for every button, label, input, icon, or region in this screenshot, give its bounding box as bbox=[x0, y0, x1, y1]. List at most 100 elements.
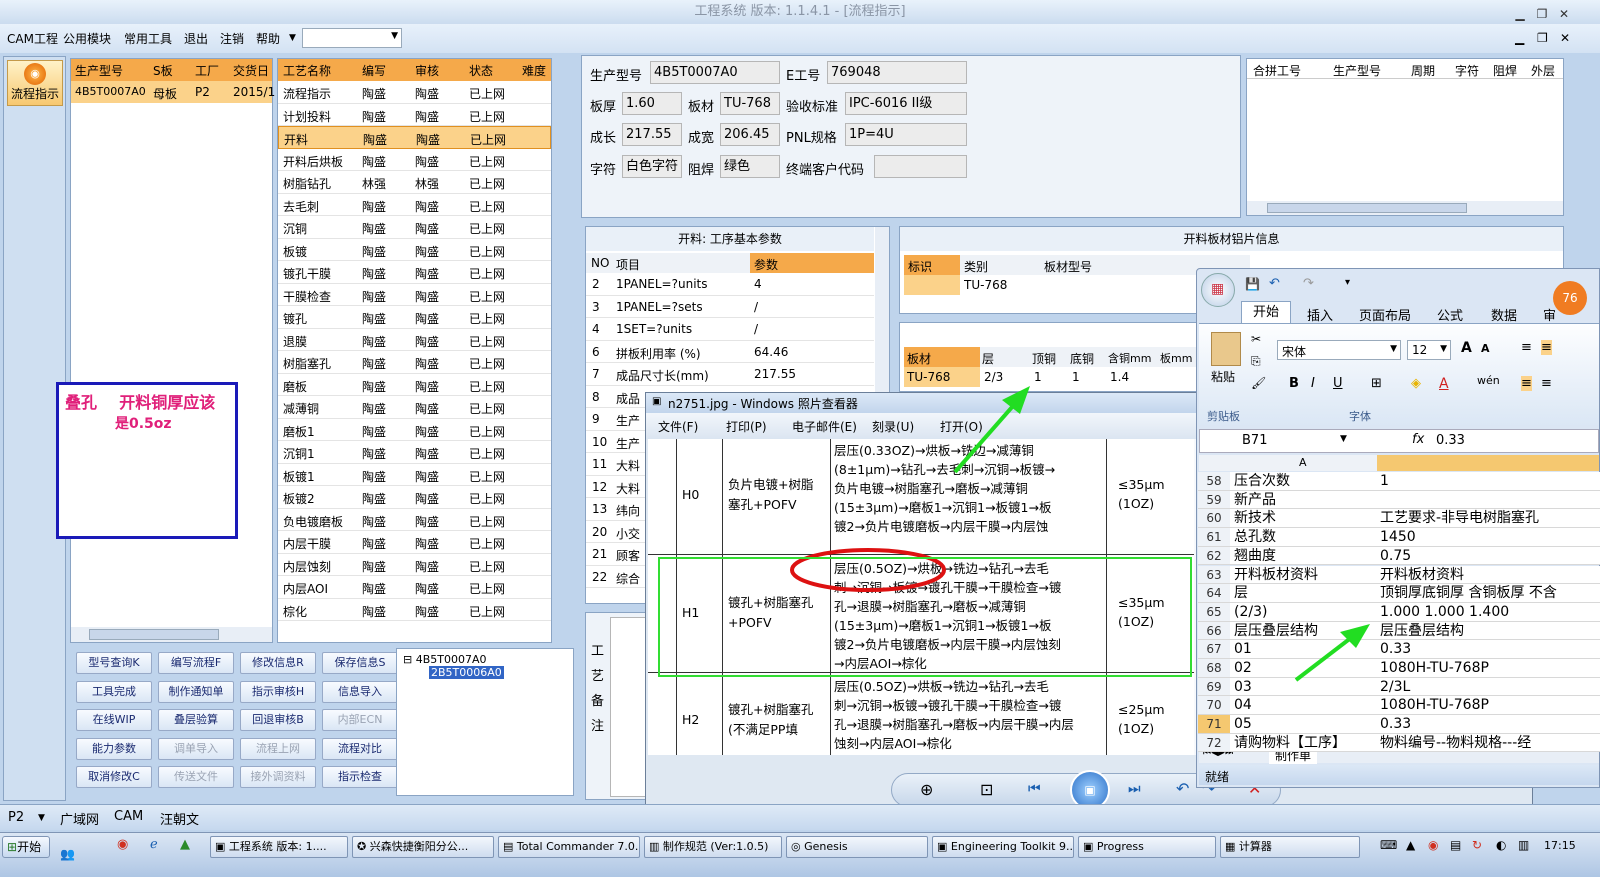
action-button[interactable]: 内部ECN bbox=[322, 709, 398, 731]
cell-b[interactable]: 0.33 bbox=[1378, 640, 1600, 658]
merge-scroll-thumb[interactable] bbox=[1267, 203, 1467, 213]
ie-icon[interactable]: ℯ bbox=[150, 837, 158, 852]
std-field[interactable]: IPC-6016 II级 bbox=[845, 92, 967, 115]
network-icon[interactable]: ▥ bbox=[1518, 838, 1529, 852]
sheet-row[interactable]: 69 03 2/3L bbox=[1198, 677, 1600, 697]
merge-scrollbar[interactable] bbox=[1247, 201, 1563, 215]
table-row[interactable]: 退膜 陶盛 陶盛 已上网 bbox=[278, 329, 551, 351]
col-param[interactable]: 参数 bbox=[754, 256, 778, 273]
table-row[interactable]: 沉铜1 陶盛 陶盛 已上网 bbox=[278, 441, 551, 464]
action-button[interactable]: 取消修改C bbox=[76, 766, 152, 788]
minimize-icon[interactable]: ▁ bbox=[1512, 2, 1528, 26]
row-number[interactable]: 65 bbox=[1198, 602, 1230, 621]
cell-a[interactable]: 新技术 bbox=[1232, 509, 1376, 527]
photo-menu-print[interactable]: 打印(P) bbox=[726, 418, 767, 435]
action-button[interactable]: 信息导入 bbox=[322, 680, 398, 703]
paste-icon[interactable] bbox=[1211, 332, 1241, 366]
volume-icon[interactable]: ◐ bbox=[1496, 838, 1506, 852]
keyboard-icon[interactable]: ⌨ bbox=[1380, 838, 1397, 852]
action-button[interactable]: 型号查询K bbox=[76, 652, 152, 674]
action-button[interactable]: 回退审核B bbox=[240, 709, 316, 731]
align-center-icon[interactable]: ≡ bbox=[1541, 376, 1552, 391]
fit-icon[interactable]: ⊡ bbox=[980, 780, 993, 799]
cell-a[interactable]: 05 bbox=[1232, 715, 1376, 733]
taskbar-item-calculator[interactable]: ▦ 计算器 bbox=[1220, 836, 1360, 858]
action-button[interactable]: 流程对比 bbox=[322, 737, 398, 760]
col-no[interactable]: NO bbox=[591, 256, 609, 270]
clock[interactable]: 17:15 bbox=[1544, 839, 1576, 852]
action-button[interactable]: 制作通知单 bbox=[158, 680, 234, 703]
tray-expand-icon[interactable]: ▲ bbox=[1406, 838, 1415, 852]
maximize-icon[interactable]: ❐ bbox=[1534, 2, 1550, 26]
col-a-header[interactable]: A bbox=[1299, 456, 1307, 469]
action-button[interactable]: 传送文件 bbox=[158, 766, 234, 788]
action-button[interactable]: 接外调资料 bbox=[240, 766, 316, 788]
cell-a[interactable]: 层 bbox=[1232, 584, 1376, 602]
ribbon-tab-review[interactable]: 审 bbox=[1543, 305, 1556, 324]
shrink-font-icon[interactable]: A bbox=[1481, 342, 1490, 355]
scroll-thumb[interactable] bbox=[89, 629, 219, 640]
table-row[interactable]: 板镀1 陶盛 陶盛 已上网 bbox=[278, 464, 551, 486]
cell-a[interactable]: 翘曲度 bbox=[1232, 547, 1376, 565]
menu-exit[interactable]: 退出 bbox=[184, 30, 208, 47]
format-painter-icon[interactable]: 🖌 bbox=[1251, 376, 1266, 390]
cell-b[interactable]: 0.75 bbox=[1378, 547, 1600, 565]
save-icon[interactable]: 💾 bbox=[1245, 277, 1260, 291]
cell-a[interactable]: 总孔数 bbox=[1232, 528, 1376, 546]
cell-b[interactable]: 1.000 1.000 1.400 bbox=[1378, 603, 1600, 621]
thick-field[interactable]: 1.60 bbox=[622, 92, 682, 115]
photo-menu-email[interactable]: 电子邮件(E) bbox=[792, 418, 857, 435]
table-row[interactable]: 板镀2 陶盛 陶盛 已上网 bbox=[278, 486, 551, 509]
rotate-left-icon[interactable]: ↶ bbox=[1176, 779, 1189, 798]
launcher-icon[interactable]: ▲ bbox=[180, 837, 190, 852]
paste-label[interactable]: 粘贴 bbox=[1211, 368, 1235, 385]
cell-a[interactable]: 请购物料【工序】 bbox=[1232, 734, 1376, 752]
sheet-row[interactable]: 63 开料板材资料 开料板材资料 bbox=[1198, 565, 1600, 585]
grow-font-icon[interactable]: A bbox=[1461, 340, 1472, 356]
prev-icon[interactable]: ⏮ bbox=[1028, 781, 1041, 797]
cell-b[interactable]: 1450 bbox=[1378, 528, 1600, 546]
mdi-restore-icon[interactable]: ❐ bbox=[1537, 31, 1548, 45]
align-top-icon[interactable]: ≡ bbox=[1521, 340, 1532, 355]
table-row[interactable]: 负电镀磨板 陶盛 陶盛 已上网 bbox=[278, 509, 551, 531]
cell-a[interactable]: 开料板材资料 bbox=[1232, 566, 1376, 584]
row-number[interactable]: 61 bbox=[1198, 528, 1230, 546]
table-row[interactable]: 4B5T0007A0 母板 P2 2015/1 bbox=[71, 81, 275, 103]
ribbon-tab-layout[interactable]: 页面布局 bbox=[1359, 305, 1411, 324]
photo-menu-burn[interactable]: 刻录(U) bbox=[872, 418, 914, 435]
toolbar-combo[interactable]: ▼ bbox=[302, 28, 402, 48]
solder-field[interactable]: 绿色 bbox=[720, 155, 780, 178]
sheet-row[interactable]: 58 压合次数 1 bbox=[1198, 472, 1600, 491]
next-icon[interactable]: ⏭ bbox=[1128, 781, 1141, 797]
align-left-icon[interactable]: ≡ bbox=[1521, 376, 1532, 391]
cell-b[interactable]: 0.33 bbox=[1378, 715, 1600, 733]
table-row[interactable]: 4 1SET=?units / bbox=[586, 318, 874, 341]
ribbon-tab-data[interactable]: 数据 bbox=[1491, 305, 1517, 324]
col-s-board[interactable]: S板 bbox=[153, 62, 173, 79]
underline-icon[interactable]: U bbox=[1333, 376, 1343, 391]
italic-icon[interactable]: I bbox=[1311, 376, 1315, 391]
qat-dropdown-icon[interactable]: ▾ bbox=[1345, 277, 1350, 288]
table-row[interactable]: 去毛刺 陶盛 陶盛 已上网 bbox=[278, 194, 551, 216]
photo-menu-open[interactable]: 打开(O) bbox=[940, 418, 983, 435]
row-number[interactable]: 60 bbox=[1198, 509, 1230, 528]
align-middle-icon[interactable]: ≡ bbox=[1541, 340, 1552, 355]
nav-flow-button[interactable]: ◉ 流程指示 bbox=[7, 60, 63, 106]
row-number[interactable]: 63 bbox=[1198, 565, 1230, 584]
taskbar-item-engineering[interactable]: ▣ 工程系统 版本: 1.... bbox=[210, 836, 348, 858]
row-number[interactable]: 68 bbox=[1198, 659, 1230, 677]
col-item[interactable]: 项目 bbox=[616, 256, 640, 273]
col-bot-cu[interactable]: 底铜 bbox=[1070, 350, 1094, 367]
table-row[interactable]: 内层AOI 陶盛 陶盛 已上网 bbox=[278, 576, 551, 599]
cell-a[interactable]: (2/3) bbox=[1232, 603, 1376, 621]
cust-field[interactable] bbox=[874, 155, 967, 178]
dropdown-arrow-icon[interactable]: ▼ bbox=[289, 33, 296, 43]
mat-field[interactable]: TU-768 bbox=[720, 92, 780, 115]
undo-icon[interactable]: ↶ bbox=[1269, 276, 1280, 291]
row-number[interactable]: 71 bbox=[1198, 715, 1230, 733]
row-number[interactable]: 59 bbox=[1198, 490, 1230, 509]
cell-a[interactable]: 压合次数 bbox=[1232, 472, 1376, 490]
col-category[interactable]: 类别 bbox=[964, 258, 988, 275]
taskbar-item-xingsen[interactable]: ✪ 兴森快捷衡阳分公... bbox=[352, 836, 494, 858]
taskbar-item-spec[interactable]: ▥ 制作规范 (Ver:1.0.5) bbox=[644, 836, 782, 858]
